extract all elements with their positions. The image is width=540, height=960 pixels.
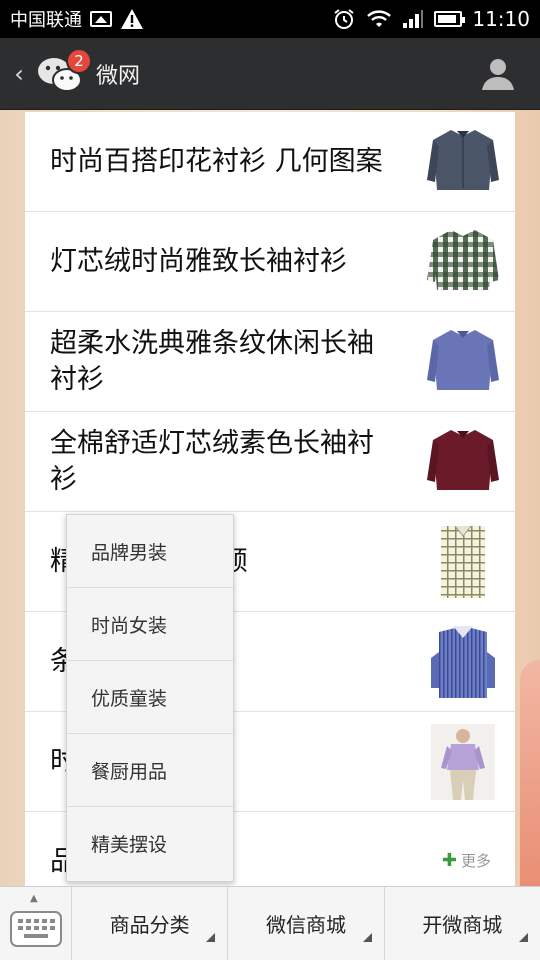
alarm-icon <box>334 9 354 29</box>
plus-icon: ✚ <box>441 850 457 871</box>
tab-label: 开微商城 <box>422 913 503 937</box>
status-bar: 中国联通 11:10 <box>0 0 540 38</box>
submenu-indicator-icon <box>362 933 372 942</box>
bottom-menu-bar: ▲ 商品分类 微信商城 开微商城 <box>0 886 540 960</box>
tab-open-micro-mall[interactable]: 开微商城 <box>385 887 540 960</box>
submenu-indicator-icon <box>206 933 216 942</box>
shirt-thumbnail <box>441 525 485 598</box>
item-title: 时尚百搭印花衬衫 几何图案 <box>50 145 383 177</box>
shirt-thumbnail <box>427 330 499 390</box>
item-title: 全棉舒适灯芯绒素色长袖衬衫 <box>50 427 374 495</box>
category-popup-menu: 品牌男装 时尚女装 优质童装 餐厨用品 精美摆设 <box>66 514 234 882</box>
shirt-thumbnail <box>427 130 499 190</box>
warning-icon <box>121 9 143 29</box>
tab-label: 商品分类 <box>109 913 190 937</box>
list-item[interactable]: 超柔水洗典雅条纹休闲长袖衬衫 <box>25 312 515 412</box>
wechat-icon[interactable]: 2 <box>36 47 92 96</box>
caret-up-icon: ▲ <box>30 893 38 904</box>
tab-label: 微信商城 <box>265 913 346 937</box>
keyboard-toggle-button[interactable]: ▲ <box>0 887 72 960</box>
tab-product-categories[interactable]: 商品分类 <box>72 887 229 960</box>
more-label: 更多 <box>460 852 491 870</box>
item-title: 超柔水洗典雅条纹休闲长袖衬衫 <box>50 327 374 395</box>
list-item[interactable]: 灯芯绒时尚雅致长袖衬衫 <box>25 212 515 312</box>
menu-item-kids[interactable]: 优质童装 <box>67 661 233 734</box>
battery-icon <box>434 11 466 27</box>
page-title: 微网 <box>96 63 141 89</box>
wifi-icon <box>367 10 392 27</box>
tab-wechat-mall[interactable]: 微信商城 <box>228 887 385 960</box>
more-link[interactable]: ✚ 更多 <box>442 850 491 871</box>
submenu-indicator-icon <box>518 933 528 942</box>
image-icon <box>90 11 112 27</box>
title-bar: ‹ 2 微网 <box>0 38 540 110</box>
menu-item-decor[interactable]: 精美摆设 <box>67 807 233 880</box>
list-item[interactable]: 全棉舒适灯芯绒素色长袖衬衫 <box>25 412 515 512</box>
shirt-thumbnail <box>427 430 499 490</box>
notification-badge: 2 <box>66 47 92 74</box>
signal-icon <box>403 10 424 28</box>
list-item[interactable]: 时尚百搭印花衬衫 几何图案 <box>25 112 515 212</box>
shirt-thumbnail <box>427 230 499 290</box>
clock: 11:10 <box>472 7 530 31</box>
model-photo <box>431 724 495 800</box>
menu-item-womens[interactable]: 时尚女装 <box>67 588 233 661</box>
menu-item-kitchen[interactable]: 餐厨用品 <box>67 734 233 807</box>
menu-item-mens[interactable]: 品牌男装 <box>67 515 233 588</box>
background-decoration <box>520 660 540 886</box>
carrier-label: 中国联通 <box>10 10 82 31</box>
item-title: 灯芯绒时尚雅致长袖衬衫 <box>50 245 347 277</box>
shirt-thumbnail <box>431 626 495 698</box>
keyboard-icon <box>9 911 62 947</box>
person-icon[interactable] <box>478 54 518 94</box>
chevron-left-icon[interactable]: ‹ <box>4 60 34 88</box>
